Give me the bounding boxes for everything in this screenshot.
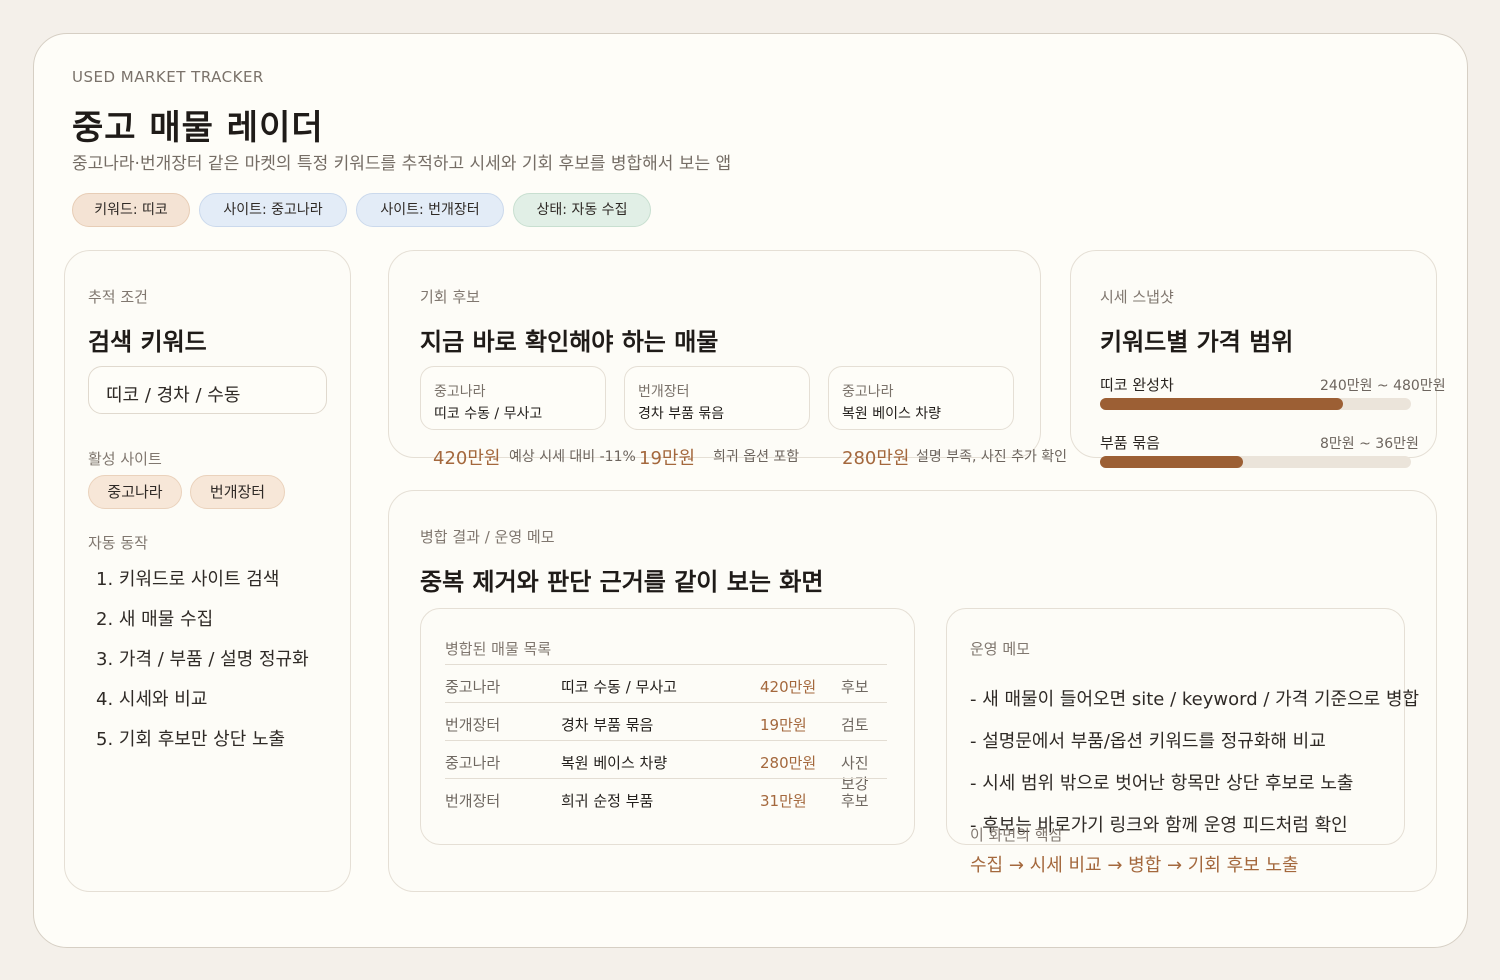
price-range-bar <box>1100 456 1411 468</box>
table-row[interactable]: 중고나라 복원 베이스 차량 280만원 사진 보강 <box>445 740 887 793</box>
opportunity-note: 설명 부족, 사진 추가 확인 <box>916 449 1068 465</box>
table-row[interactable]: 번개장터 경차 부품 묶음 19만원 검토 <box>445 702 887 740</box>
tracking-label: 추적 조건 <box>88 288 148 306</box>
opportunity-title: 지금 바로 확인해야 하는 매물 <box>420 328 719 356</box>
row-price: 420만원 <box>760 678 817 696</box>
status-chip[interactable]: 상태: 자동 수집 <box>513 193 651 227</box>
row-price: 280만원 <box>760 754 817 772</box>
site-chip-joongna[interactable]: 사이트: 중고나라 <box>199 193 347 227</box>
price-label: 시세 스냅샷 <box>1100 288 1174 306</box>
opportunity-price: 280만원 <box>842 448 910 469</box>
opportunity-item[interactable]: 중고나라 띠코 수동 / 무사고 <box>420 366 606 430</box>
opportunity-price: 19만원 <box>639 448 696 469</box>
row-status: 후보 <box>841 792 869 810</box>
row-title: 띠코 수동 / 무사고 <box>561 678 677 696</box>
opportunity-item-title: 경차 부품 묶음 <box>638 406 725 422</box>
opportunity-item-title: 복원 베이스 차량 <box>842 406 942 422</box>
merged-list-title: 병합된 매물 목록 <box>445 640 552 658</box>
price-range-fill <box>1100 456 1244 468</box>
price-range-fill <box>1100 398 1343 410</box>
row-title: 경차 부품 묶음 <box>561 716 654 734</box>
opportunity-price: 420만원 <box>433 448 501 469</box>
row-status: 후보 <box>841 678 869 696</box>
opportunity-site: 번개장터 <box>638 384 690 400</box>
memo-item: - 설명문에서 부품/옵션 키워드를 정규화해 비교 <box>970 731 1326 752</box>
step-item: 3. 가격 / 부품 / 설명 정규화 <box>96 649 309 670</box>
memo-item: - 새 매물이 들어오면 site / keyword / 가격 기준으로 병합 <box>970 689 1420 710</box>
row-title: 복원 베이스 차량 <box>561 754 668 772</box>
active-site-bunjang[interactable]: 번개장터 <box>190 475 285 509</box>
page-title: 중고 매물 레이더 <box>72 108 324 148</box>
row-title: 희귀 순정 부품 <box>561 792 654 810</box>
memo-item: - 시세 범위 밖으로 벗어난 항목만 상단 후보로 노출 <box>970 773 1354 794</box>
page-subtitle: 중고나라·번개장터 같은 마켓의 특정 키워드를 추적하고 시세와 기회 후보를… <box>72 154 732 174</box>
price-title: 키워드별 가격 범위 <box>1100 328 1294 356</box>
opportunity-note: 예상 시세 대비 -11% <box>509 449 636 465</box>
table-row[interactable]: 번개장터 희귀 순정 부품 31만원 후보 <box>445 778 887 816</box>
opportunity-item-title: 띠코 수동 / 무사고 <box>434 406 543 422</box>
opportunity-site: 중고나라 <box>434 384 486 400</box>
price-row-name: 부품 묶음 <box>1100 434 1160 452</box>
step-item: 1. 키워드로 사이트 검색 <box>96 569 280 590</box>
app-eyebrow: USED MARKET TRACKER <box>72 68 264 86</box>
merged-title: 중복 제거와 판단 근거를 같이 보는 화면 <box>420 568 824 596</box>
price-row-range: 240만원 ~ 480만원 <box>1320 378 1446 394</box>
tracking-title: 검색 키워드 <box>88 328 207 356</box>
row-site: 번개장터 <box>445 716 501 734</box>
memo-title: 운영 메모 <box>970 640 1030 658</box>
opportunity-note: 희귀 옵션 포함 <box>713 449 800 465</box>
row-status: 검토 <box>841 716 869 734</box>
price-row-range: 8만원 ~ 36만원 <box>1320 436 1419 452</box>
row-site: 번개장터 <box>445 792 501 810</box>
price-row-name: 띠코 완성차 <box>1100 376 1174 394</box>
core-label: 이 화면의 핵심 <box>970 826 1063 844</box>
keyword-input[interactable]: 띠코 / 경차 / 수동 <box>88 366 327 414</box>
row-site: 중고나라 <box>445 754 501 772</box>
opportunity-item[interactable]: 번개장터 경차 부품 묶음 <box>624 366 810 430</box>
row-price: 19만원 <box>760 716 807 734</box>
merged-label: 병합 결과 / 운영 메모 <box>420 528 555 546</box>
opportunity-label: 기회 후보 <box>420 288 480 306</box>
opportunity-site: 중고나라 <box>842 384 894 400</box>
row-site: 중고나라 <box>445 678 501 696</box>
row-price: 31만원 <box>760 792 807 810</box>
sites-label: 활성 사이트 <box>88 450 162 468</box>
site-chip-bunjang[interactable]: 사이트: 번개장터 <box>356 193 504 227</box>
step-item: 5. 기회 후보만 상단 노출 <box>96 729 286 750</box>
price-range-bar <box>1100 398 1411 410</box>
auto-label: 자동 동작 <box>88 534 148 552</box>
table-row[interactable]: 중고나라 띠코 수동 / 무사고 420만원 후보 <box>445 664 887 702</box>
keyword-input-value: 띠코 / 경차 / 수동 <box>106 385 241 406</box>
step-item: 4. 시세와 비교 <box>96 689 208 710</box>
keyword-chip[interactable]: 키워드: 띠코 <box>72 193 190 227</box>
core-flow: 수집 → 시세 비교 → 병합 → 기회 후보 노출 <box>970 855 1299 876</box>
active-site-joongna[interactable]: 중고나라 <box>88 475 182 509</box>
opportunity-item[interactable]: 중고나라 복원 베이스 차량 <box>828 366 1014 430</box>
step-item: 2. 새 매물 수집 <box>96 609 214 630</box>
